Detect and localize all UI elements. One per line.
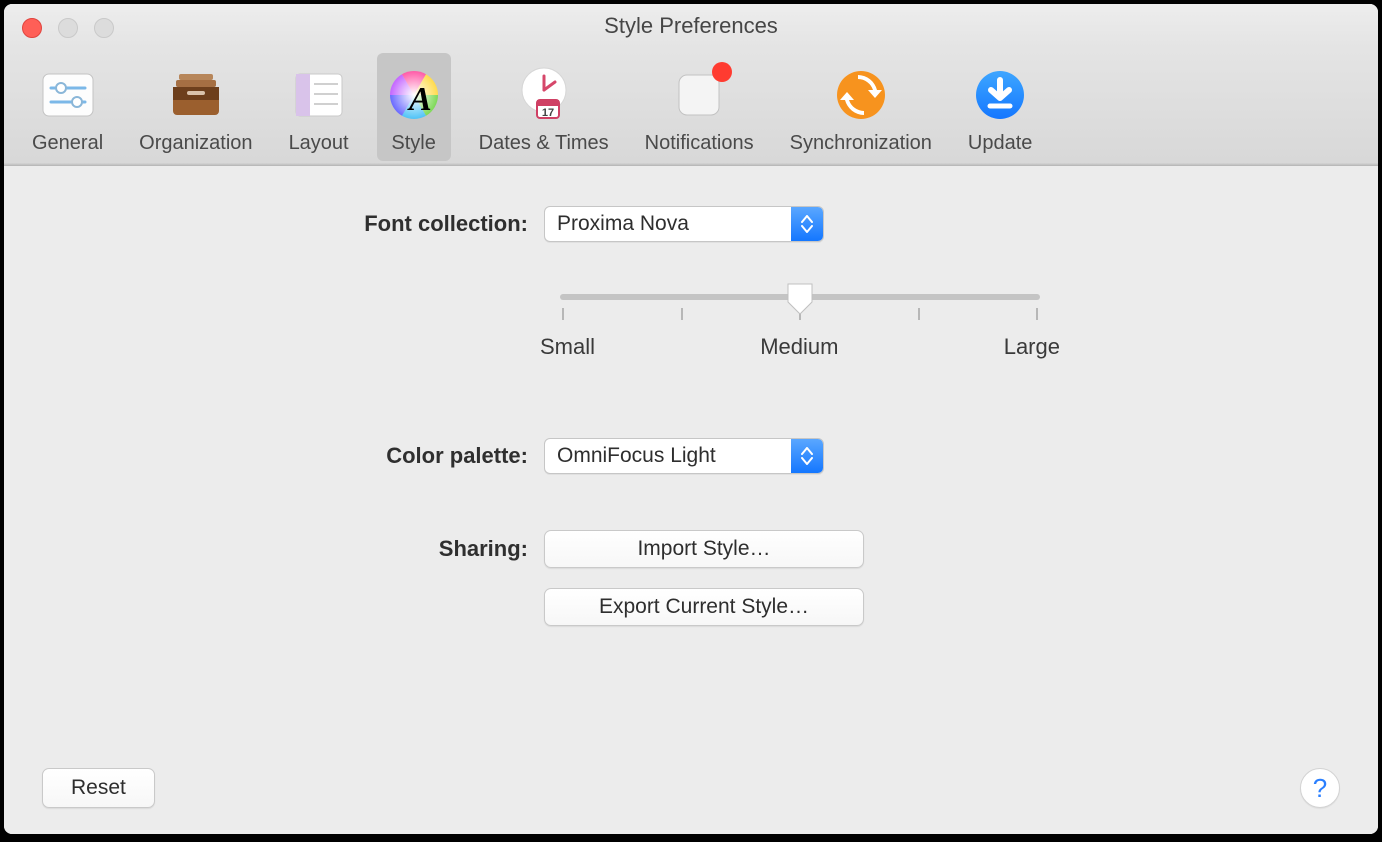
font-collection-select[interactable]: Proxima Nova (544, 206, 824, 242)
slider-track (560, 294, 1040, 300)
notifications-icon (670, 66, 728, 124)
slider-label-medium: Medium (760, 334, 838, 360)
stepper-arrows-icon (791, 207, 823, 241)
slider-label-large: Large (1004, 334, 1060, 360)
sliders-icon (39, 66, 97, 124)
slider-labels: Small Medium Large (540, 334, 1060, 360)
minimize-window-button[interactable] (58, 18, 78, 38)
toolbar-label: Synchronization (790, 132, 932, 155)
zoom-window-button[interactable] (94, 18, 114, 38)
import-style-button[interactable]: Import Style… (544, 530, 864, 568)
download-icon (971, 66, 1029, 124)
toolbar-item-style[interactable]: A Style (377, 53, 451, 161)
preferences-toolbar: General Organization (4, 48, 1378, 166)
help-icon: ? (1313, 773, 1327, 804)
export-style-button[interactable]: Export Current Style… (544, 588, 864, 626)
toolbar-item-update[interactable]: Update (960, 53, 1041, 161)
row-color-palette: Color palette: OmniFocus Light (4, 438, 1378, 474)
font-collection-label: Font collection: (4, 211, 544, 237)
toolbar-label: Layout (289, 132, 349, 155)
color-palette-value: OmniFocus Light (545, 439, 791, 473)
toolbar-label: Notifications (645, 132, 754, 155)
clock-calendar-icon: 17 (515, 66, 573, 124)
toolbar-item-notifications[interactable]: Notifications (637, 53, 762, 161)
reset-button[interactable]: Reset (42, 768, 155, 808)
font-size-slider[interactable]: Small Medium Large (560, 294, 1040, 360)
toolbar-item-synchronization[interactable]: Synchronization (782, 53, 940, 161)
toolbar-item-layout[interactable]: Layout (281, 53, 357, 161)
close-window-button[interactable] (22, 18, 42, 38)
row-export: Export Current Style… (4, 588, 1378, 626)
footer: Reset ? (4, 768, 1378, 808)
color-palette-select[interactable]: OmniFocus Light (544, 438, 824, 474)
svg-text:A: A (407, 81, 432, 118)
color-palette-label: Color palette: (4, 443, 544, 469)
toolbar-item-general[interactable]: General (24, 53, 111, 161)
sharing-label: Sharing: (4, 536, 544, 562)
toolbar-label: Update (968, 132, 1033, 155)
toolbar-label: General (32, 132, 103, 155)
titlebar: Style Preferences (4, 4, 1378, 48)
sync-icon (832, 66, 890, 124)
color-wheel-icon: A (385, 66, 443, 124)
toolbar-item-organization[interactable]: Organization (131, 53, 260, 161)
svg-text:17: 17 (542, 107, 554, 119)
layout-icon (290, 66, 348, 124)
drawer-icon (167, 66, 225, 124)
traffic-lights (22, 18, 114, 38)
notification-badge-icon (712, 62, 732, 82)
help-button[interactable]: ? (1300, 768, 1340, 808)
toolbar-label: Organization (139, 132, 252, 155)
font-collection-value: Proxima Nova (545, 207, 791, 241)
row-sharing: Sharing: Import Style… (4, 530, 1378, 568)
toolbar-item-dates-times[interactable]: 17 Dates & Times (471, 53, 617, 161)
slider-thumb[interactable] (786, 282, 814, 316)
window-title: Style Preferences (4, 13, 1378, 39)
slider-label-small: Small (540, 334, 595, 360)
stepper-arrows-icon (791, 439, 823, 473)
row-font-collection: Font collection: Proxima Nova (4, 206, 1378, 242)
toolbar-label: Style (391, 132, 435, 155)
preferences-window: Style Preferences General (4, 4, 1378, 834)
content-pane: Font collection: Proxima Nova (4, 166, 1378, 834)
toolbar-label: Dates & Times (479, 132, 609, 155)
